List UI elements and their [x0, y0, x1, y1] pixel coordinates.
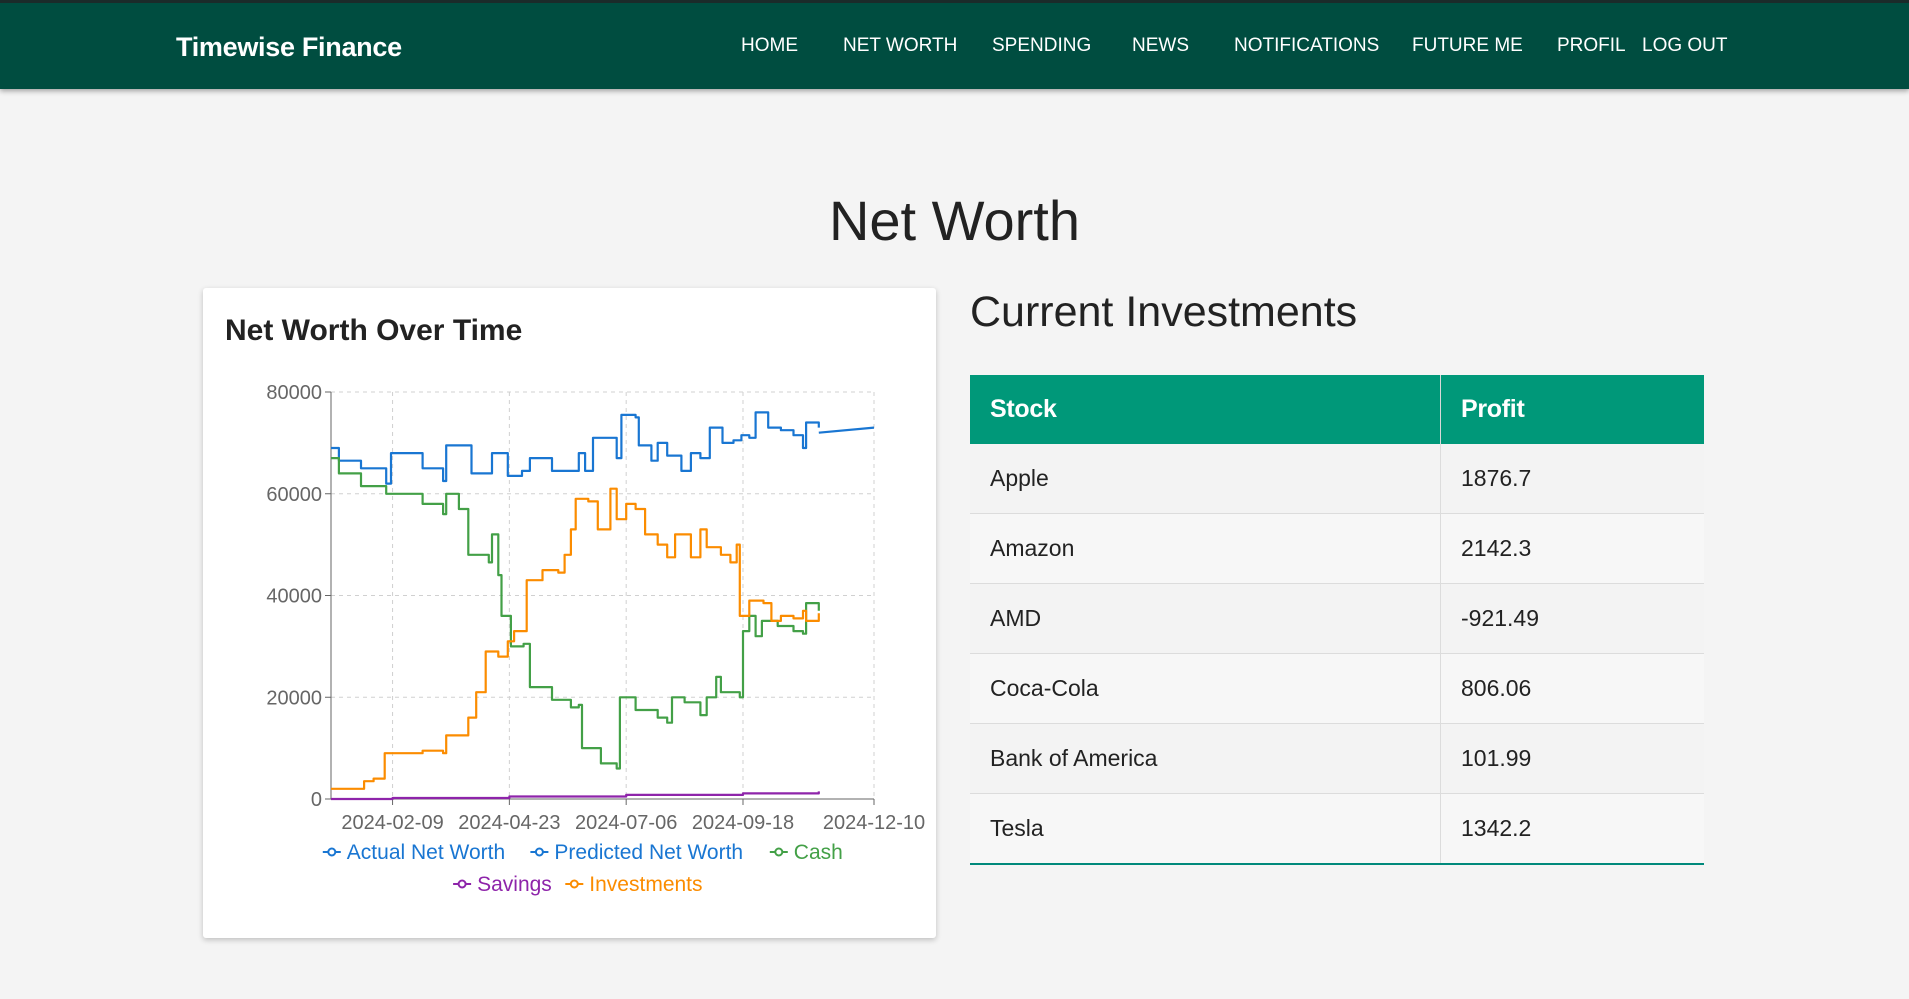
legend-label-cash: Cash: [794, 841, 843, 864]
investments-table: Stock Profit Apple 1876.7 Amazon 2142.3 …: [970, 375, 1704, 865]
stock-cell: AMD: [970, 583, 1441, 654]
table-row: Bank of America 101.99: [970, 723, 1704, 794]
nav-net-worth[interactable]: NET WORTH: [843, 35, 957, 57]
legend-marker-dot-predicted-net-worth: [534, 847, 544, 857]
investments-title: Current Investments: [970, 288, 1358, 336]
y-tick-label: 20000: [266, 687, 322, 709]
profit-cell: 101.99: [1440, 723, 1704, 794]
x-tick-label: 2024-04-23: [458, 812, 560, 834]
x-tick-label: 2024-12-10: [823, 812, 925, 834]
legend-label-savings: Savings: [477, 873, 552, 896]
profit-cell: 1876.7: [1440, 444, 1704, 514]
series-line-predicted-net-worth: [818, 426, 875, 434]
page-title: Net Worth: [828, 189, 1081, 252]
legend-label-investments: Investments: [589, 873, 702, 896]
y-tick-label: 60000: [266, 484, 322, 506]
nav-home[interactable]: HOME: [741, 35, 798, 57]
stock-cell: Apple: [970, 444, 1441, 514]
legend-marker-dot-savings: [457, 879, 467, 889]
legend-marker-dot-investments: [569, 879, 579, 889]
stock-cell: Coca-Cola: [970, 653, 1441, 724]
x-tick-label: 2024-07-06: [575, 812, 677, 834]
y-tick-label: 40000: [266, 586, 322, 608]
nav-news[interactable]: NEWS: [1132, 35, 1189, 57]
table-row: Amazon 2142.3: [970, 513, 1704, 584]
stock-cell: Amazon: [970, 513, 1441, 584]
net-worth-line-chart: 0 20000 40000 60000 80000 2024-02-09 2024-04-2…: [266, 382, 925, 896]
legend-marker-dot-actual-net-worth: [327, 847, 337, 857]
legend-marker-dot-cash: [774, 847, 784, 857]
nav-links: HOME NET WORTH SPENDING NEWS NOTIFICATIO…: [0, 35, 1909, 65]
series-line-investments: [331, 487, 820, 790]
header-stock: Stock: [970, 375, 1441, 444]
legend-label-actual-net-worth: Actual Net Worth: [347, 841, 505, 864]
y-tick-label: 80000: [266, 382, 322, 404]
stock-cell: Bank of America: [970, 723, 1441, 794]
nav-future-me[interactable]: FUTURE ME: [1412, 35, 1523, 57]
table-row: AMD -921.49: [970, 583, 1704, 654]
nav-profil[interactable]: PROFIL: [1557, 35, 1626, 57]
x-tick-label: 2024-09-18: [692, 812, 794, 834]
series-line-savings: [331, 791, 820, 801]
x-tick-label: 2024-02-09: [341, 812, 443, 834]
profit-cell: 806.06: [1440, 653, 1704, 724]
table-row: Coca-Cola 806.06: [970, 653, 1704, 724]
top-navbar: Timewise Finance HOME NET WORTH SPENDING…: [0, 0, 1909, 89]
header-profit: Profit: [1440, 375, 1704, 444]
profit-cell: 2142.3: [1440, 513, 1704, 584]
stock-cell: Tesla: [970, 793, 1441, 864]
nav-notifications[interactable]: NOTIFICATIONS: [1234, 35, 1379, 57]
table-row: Tesla 1342.2: [970, 793, 1704, 864]
series-line-actual-net-worth: [331, 411, 820, 485]
legend-label-predicted-net-worth: Predicted Net Worth: [554, 841, 743, 864]
nav-spending[interactable]: SPENDING: [992, 35, 1091, 57]
table-header-row: Stock Profit: [970, 375, 1704, 444]
profit-cell: -921.49: [1440, 583, 1704, 654]
net-worth-chart-card: Net Worth Over Time 0 20000 40000 60000 8000…: [203, 288, 936, 938]
profit-cell: 1342.2: [1440, 793, 1704, 864]
table-row: Apple 1876.7: [970, 444, 1704, 514]
y-tick-label: 0: [311, 789, 322, 811]
nav-log-out[interactable]: LOG OUT: [1642, 35, 1728, 57]
